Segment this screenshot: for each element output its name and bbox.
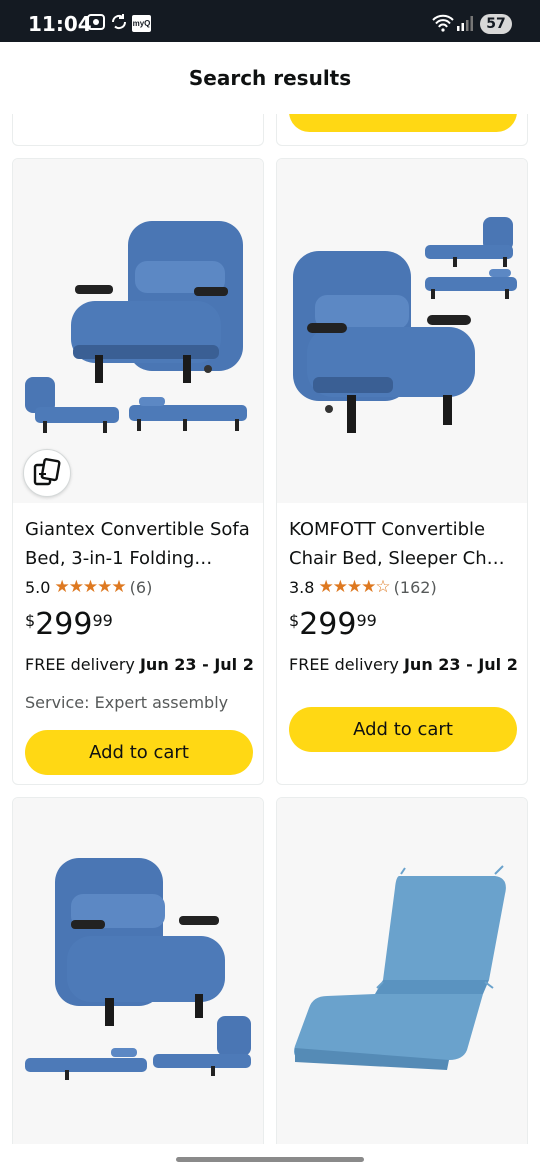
product-card-partial[interactable]: Add to cart	[276, 114, 528, 146]
status-time: 11:04	[28, 12, 92, 36]
home-indicator[interactable]	[176, 1157, 364, 1162]
star-rating-icon: ★★★★☆	[318, 577, 390, 597]
signal-icon	[456, 15, 474, 37]
add-to-cart-button[interactable]: Add to cart	[289, 114, 517, 132]
product-title-line[interactable]: KOMFOTT Convertible	[289, 515, 515, 544]
product-image[interactable]	[277, 798, 527, 1144]
delivery-prefix: FREE delivery	[25, 655, 140, 674]
price-whole: 299	[35, 607, 93, 642]
product-title-line[interactable]: Giantex Convertible Sofa	[25, 515, 251, 544]
product-price: $29999	[289, 607, 377, 642]
product-card[interactable]	[12, 797, 264, 1144]
product-title-line[interactable]: Chair Bed, Sleeper Chai…	[289, 544, 515, 573]
product-card[interactable]: Giantex Convertible Sofa Bed, 3-in-1 Fol…	[12, 158, 264, 785]
product-title[interactable]: Giantex Convertible Sofa Bed, 3-in-1 Fol…	[25, 515, 251, 573]
product-price: $29999	[25, 607, 113, 642]
product-rating[interactable]: 3.8 ★★★★☆ (162)	[289, 577, 437, 597]
review-count[interactable]: (162)	[394, 578, 437, 597]
wifi-icon	[432, 14, 454, 37]
product-image[interactable]	[277, 159, 527, 503]
price-fraction: 99	[92, 611, 113, 630]
price-symbol: $	[289, 611, 300, 630]
price-symbol: $	[25, 611, 36, 630]
delivery-info: FREE delivery Jun 23 - Jul 2	[289, 655, 518, 674]
price-whole: 299	[299, 607, 357, 642]
battery-icon: 57	[480, 14, 512, 34]
product-title-line[interactable]: Bed, 3-in-1 Folding…	[25, 544, 251, 573]
star-rating-icon: ★★★★★	[54, 577, 126, 597]
search-results-grid[interactable]: Add to cart	[0, 114, 540, 1144]
rating-score: 5.0	[25, 577, 51, 597]
price-fraction: 99	[356, 611, 377, 630]
delivery-dates: Jun 23 - Jul 2	[403, 655, 518, 674]
product-card[interactable]: KOMFOTT Convertible Chair Bed, Sleeper C…	[276, 158, 528, 785]
review-count[interactable]: (6)	[130, 578, 153, 597]
rating-score: 3.8	[289, 577, 315, 597]
page-title: Search results	[188, 66, 352, 90]
add-to-cart-button[interactable]: Add to cart	[25, 730, 253, 775]
myq-icon: myQ	[132, 15, 151, 32]
product-card-partial[interactable]	[12, 114, 264, 146]
app-header: Search results	[0, 42, 540, 114]
product-image[interactable]	[13, 798, 263, 1144]
status-bar: 11:04 myQ 57	[0, 0, 540, 42]
add-to-cart-button[interactable]: Add to cart	[289, 707, 517, 752]
sync-icon	[110, 13, 128, 36]
delivery-prefix: FREE delivery	[289, 655, 404, 674]
delivery-dates: Jun 23 - Jul 2	[139, 655, 254, 674]
screenshot-icon	[86, 13, 106, 36]
compare-cards-icon[interactable]	[23, 449, 71, 497]
delivery-info: FREE delivery Jun 23 - Jul 2	[25, 655, 254, 674]
product-image[interactable]	[13, 159, 263, 503]
product-title[interactable]: KOMFOTT Convertible Chair Bed, Sleeper C…	[289, 515, 515, 573]
product-card[interactable]	[276, 797, 528, 1144]
service-info: Service: Expert assembly	[25, 693, 229, 712]
product-rating[interactable]: 5.0 ★★★★★ (6)	[25, 577, 152, 597]
